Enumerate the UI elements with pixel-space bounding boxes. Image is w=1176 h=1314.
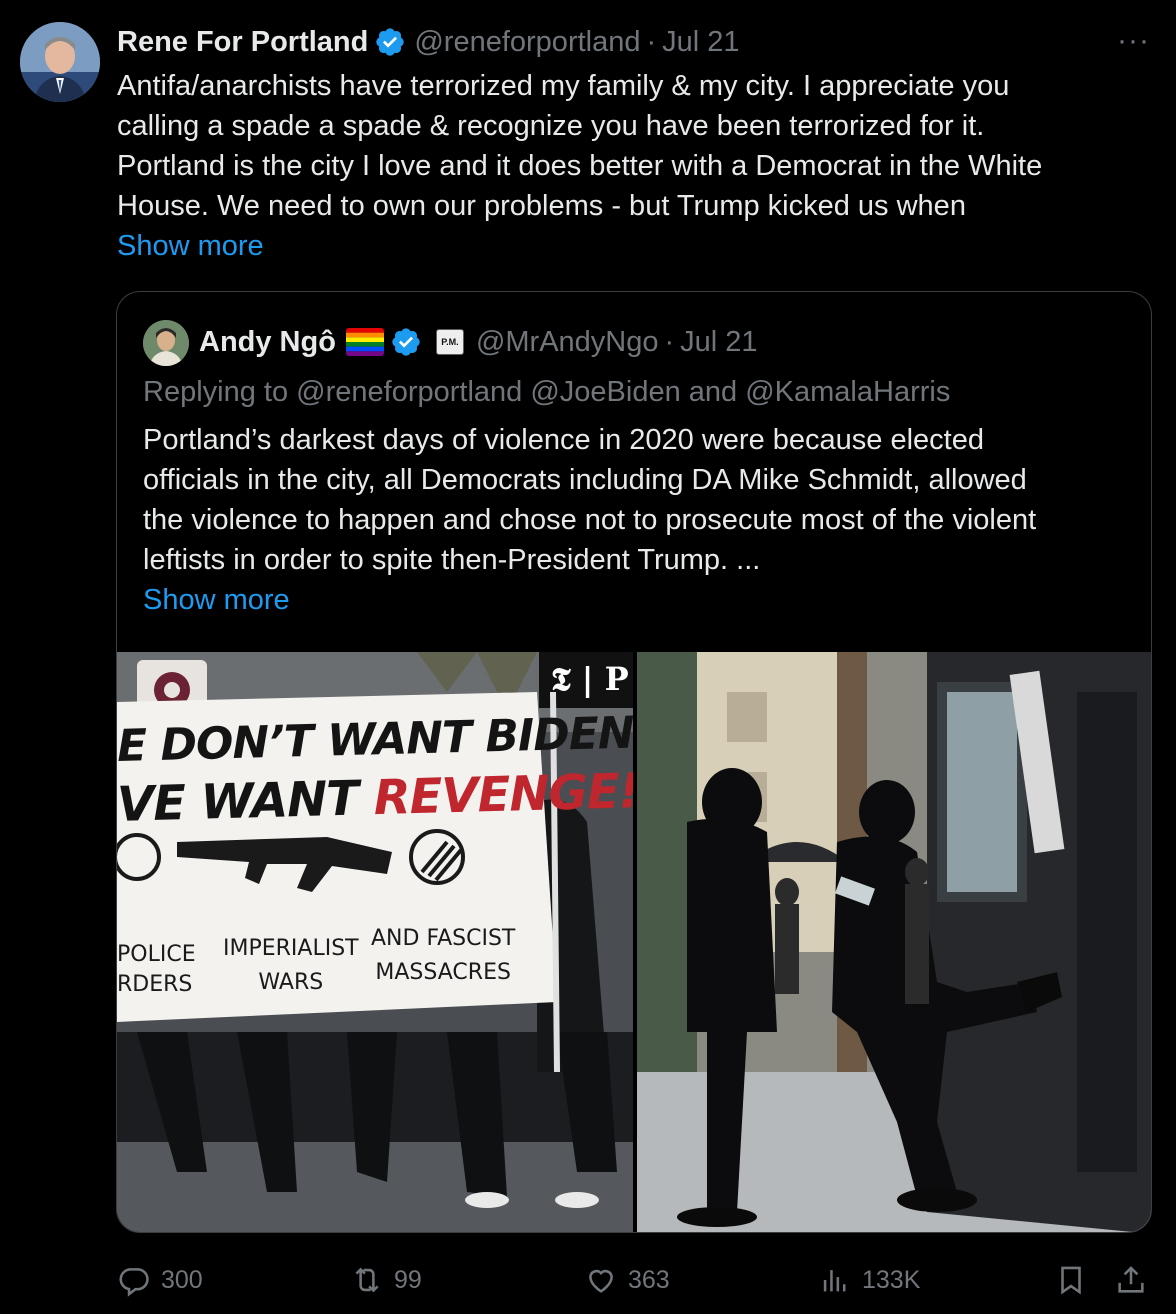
tweet-text: Antifa/anarchists have terrorized my fam… (117, 66, 1127, 266)
tweet-text-line: House. We need to own our problems - but… (117, 190, 966, 222)
views-count: 133K (862, 1265, 921, 1294)
header-separator: · (664, 325, 675, 358)
header-separator: · (646, 25, 657, 58)
quoted-text-line: Portland’s darkest days of violence in 2… (143, 424, 984, 456)
heart-icon (589, 1269, 613, 1293)
reply-mention[interactable]: @reneforportland (296, 376, 522, 408)
media-image-protest-banner[interactable]: E DON’T WANT BIDEN– VE WANT REVENGE! POL… (117, 652, 633, 1232)
reply-icon (119, 1268, 149, 1297)
like-count: 363 (628, 1265, 670, 1294)
verified-badge-icon (390, 326, 422, 358)
quoted-tweet[interactable]: Andy Ngô P.M. @MrAndyNgo · Jul 21 Replyi… (116, 291, 1152, 1233)
quoted-text: Portland’s darkest days of violence in 2… (143, 420, 1133, 620)
media-image-window-kick[interactable] (637, 652, 1151, 1232)
bookmark-icon (1061, 1266, 1081, 1295)
analytics-icon (823, 1270, 846, 1292)
tweet-actions: 300 99 363 133K (0, 1256, 1176, 1304)
banner-text: IMPERIALIST (223, 936, 359, 961)
pride-flag-icon (345, 328, 384, 356)
author-name[interactable]: Rene For Portland (117, 26, 368, 59)
reply-button[interactable]: 300 (117, 1256, 203, 1304)
reply-count: 300 (161, 1265, 203, 1294)
tweet-text-line: calling a spade a spade & recognize you … (117, 110, 985, 142)
replying-to-line: Replying to @reneforportland @JoeBiden a… (143, 372, 950, 412)
repost-count: 99 (394, 1265, 422, 1294)
more-options-icon[interactable]: ··· (1117, 24, 1150, 58)
bookmark-button[interactable] (1054, 1256, 1088, 1304)
share-icon (1118, 1266, 1144, 1293)
quoted-media-grid: E DON’T WANT BIDEN– VE WANT REVENGE! POL… (117, 652, 1151, 1232)
quoted-text-line: officials in the city, all Democrats inc… (143, 464, 1027, 496)
tweet-date[interactable]: Jul 21 (662, 26, 739, 59)
share-button[interactable] (1114, 1256, 1148, 1304)
banner-revenge-text: REVENGE! (372, 763, 633, 827)
banner-col-1: POLICE RDERS (117, 940, 196, 1000)
tweet-text-line: Portland is the city I love and it does … (117, 150, 1043, 182)
quoted-author-name[interactable]: Andy Ngô (199, 326, 336, 359)
tweet-text-line: Antifa/anarchists have terrorized my fam… (117, 70, 1010, 102)
banner-col-2: IMPERIALIST WARS (223, 932, 359, 1000)
reply-mention[interactable]: @KamalaHarris (745, 376, 950, 408)
banner-text: WARS (258, 970, 324, 995)
replying-to-label: Replying to (143, 376, 289, 408)
banner-text: POLICE (117, 942, 196, 967)
quoted-text-line: leftists in order to spite then-Presiden… (143, 544, 761, 576)
author-handle[interactable]: @reneforportland (414, 26, 640, 59)
quoted-author-avatar[interactable] (143, 320, 189, 366)
author-avatar[interactable] (20, 22, 100, 102)
repost-button[interactable]: 99 (350, 1256, 422, 1304)
repost-icon (355, 1267, 379, 1293)
affiliate-badge[interactable]: P.M. (435, 329, 464, 355)
like-button[interactable]: 363 (584, 1256, 670, 1304)
tweet-header: Rene For Portland @reneforportland · Jul… (117, 22, 740, 62)
quoted-author-handle[interactable]: @MrAndyNgo (476, 326, 659, 359)
quoted-header: Andy Ngô P.M. @MrAndyNgo · Jul 21 (199, 322, 758, 362)
banner-text: AND FASCIST (371, 926, 516, 951)
quoted-show-more-link[interactable]: Show more (143, 580, 1133, 620)
show-more-link[interactable]: Show more (117, 226, 1127, 266)
quoted-date[interactable]: Jul 21 (680, 326, 757, 359)
quoted-text-line: the violence to happen and chose not to … (143, 504, 1037, 536)
publisher-watermark: 𝕿 | P (551, 660, 629, 698)
views-button[interactable]: 133K (818, 1256, 920, 1304)
banner-line-2-a: VE WANT (117, 770, 375, 833)
reply-mention[interactable]: @JoeBiden (530, 376, 680, 408)
banner-text: MASSACRES (375, 960, 511, 985)
banner-text: RDERS (117, 972, 193, 997)
verified-badge-icon (374, 26, 406, 58)
banner-col-3: AND FASCIST MASSACRES (371, 922, 515, 990)
reply-and-label: and (688, 376, 738, 408)
